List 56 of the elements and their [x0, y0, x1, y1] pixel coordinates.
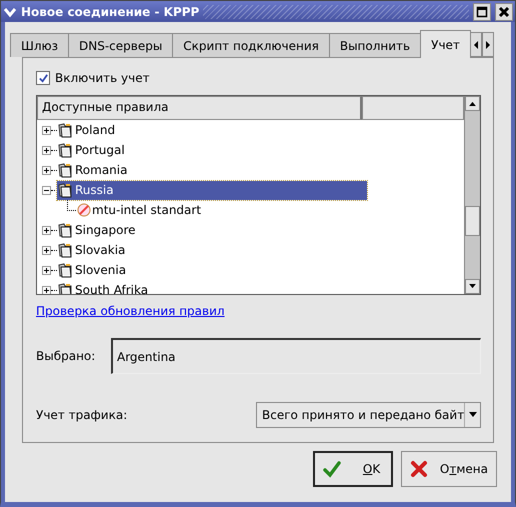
checkmark-icon [322, 460, 341, 478]
expand-icon[interactable] [42, 146, 51, 154]
cancel-button[interactable]: Отмена [400, 451, 497, 487]
down-arrow-icon[interactable] [469, 284, 476, 289]
right-arrow-icon [484, 40, 491, 48]
expand-icon[interactable] [42, 266, 51, 274]
column-header[interactable]: Доступные правила [37, 96, 362, 120]
folder-icon [57, 282, 73, 294]
tree-item[interactable]: Slovenia [57, 260, 367, 280]
tree-item[interactable]: South Afrika [57, 280, 367, 294]
window-title: Новое соединение - KPPP [21, 4, 200, 18]
scrollbar-thumb[interactable] [465, 206, 480, 236]
close-icon [498, 6, 510, 18]
close-button[interactable] [495, 2, 513, 20]
expand-icon[interactable] [42, 246, 51, 254]
traffic-dropdown[interactable]: Всего принято и передано байт [256, 402, 481, 428]
update-link[interactable]: Проверка обновления правил [36, 304, 225, 318]
tree-item[interactable]: Romania [57, 160, 367, 180]
tree-item[interactable]: Singapore [57, 220, 367, 240]
scroll-right-button[interactable] [482, 32, 494, 57]
cross-icon [410, 460, 428, 478]
expand-icon[interactable] [42, 166, 51, 174]
collapse-icon[interactable] [42, 186, 51, 194]
expand-icon[interactable] [42, 286, 51, 294]
tree-item[interactable]: Russia [57, 180, 367, 200]
scrollbar[interactable] [464, 96, 480, 294]
folder-icon [57, 242, 73, 258]
selected-label: Выбрано: [36, 349, 96, 363]
tab[interactable]: DNS-серверы [68, 33, 174, 57]
tree-item[interactable]: Portugal [57, 140, 367, 160]
tree-item[interactable]: mtu-intel standart [92, 203, 202, 217]
up-arrow-icon[interactable] [469, 101, 476, 106]
expand-icon[interactable] [42, 226, 51, 234]
maximize-button[interactable] [473, 2, 491, 20]
folder-icon [57, 142, 73, 158]
rule-icon [76, 202, 92, 218]
selected-field[interactable]: Argentina [111, 338, 481, 374]
folder-icon [57, 122, 73, 138]
tab[interactable]: Выполнить [328, 33, 422, 57]
folder-icon [57, 222, 73, 238]
folder-icon [57, 262, 73, 278]
folder-icon [57, 162, 73, 178]
tab[interactable]: Шлюз [10, 33, 69, 57]
tab[interactable]: Скрипт подключения [172, 33, 330, 57]
checkbox-label: Включить учет [55, 71, 150, 85]
tab[interactable]: Учет [420, 30, 471, 58]
ok-button[interactable]: OK [312, 451, 393, 487]
tree-item[interactable]: Slovakia [57, 240, 367, 260]
dropdown-arrow-icon [468, 411, 477, 419]
folder-icon [57, 182, 73, 198]
tree-item[interactable]: Poland [57, 120, 367, 140]
left-arrow-icon [472, 40, 479, 48]
checkbox[interactable] [36, 71, 50, 85]
traffic-label: Учет трафика: [36, 408, 128, 422]
maximize-icon [476, 6, 488, 18]
expand-icon[interactable] [42, 126, 51, 134]
